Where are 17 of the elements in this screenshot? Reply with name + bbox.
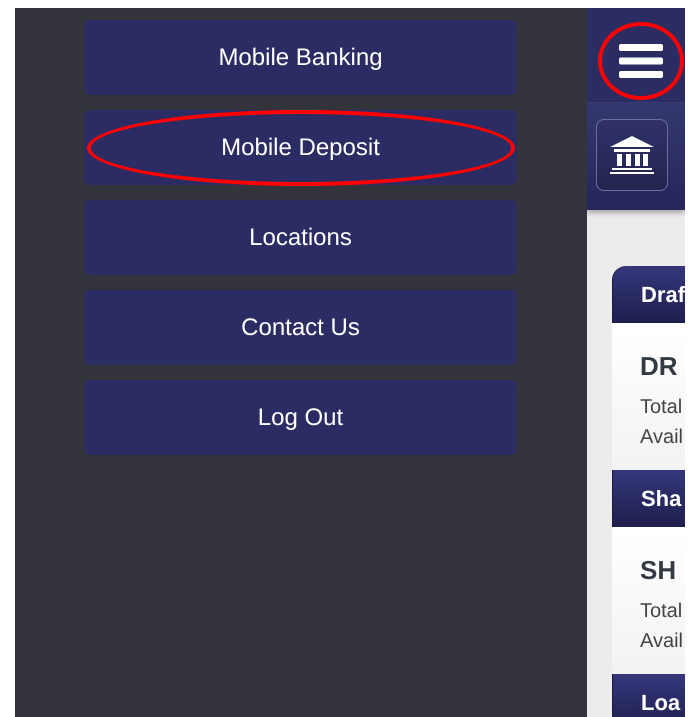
account-name: SH	[640, 555, 678, 586]
section-header: Sha	[612, 470, 685, 527]
menu-item[interactable]: Locations	[84, 200, 517, 275]
accounts-button[interactable]	[596, 119, 668, 191]
balance-label: Total	[640, 395, 684, 420]
account-name: DR	[640, 351, 679, 382]
balance-label: Total	[640, 599, 684, 624]
menu-icon	[619, 44, 663, 78]
balance-label: Avail	[640, 425, 684, 450]
menu-item[interactable]: Log Out	[84, 380, 517, 455]
balance-label: Avail	[640, 629, 684, 654]
section-header: Loa	[612, 674, 685, 717]
section-header: Draf	[612, 266, 685, 323]
menu-item[interactable]: Mobile Banking	[84, 20, 517, 95]
menu-item[interactable]: Contact Us	[84, 290, 517, 365]
bank-icon	[610, 136, 654, 174]
menu-item[interactable]: Mobile Deposit	[84, 110, 517, 185]
